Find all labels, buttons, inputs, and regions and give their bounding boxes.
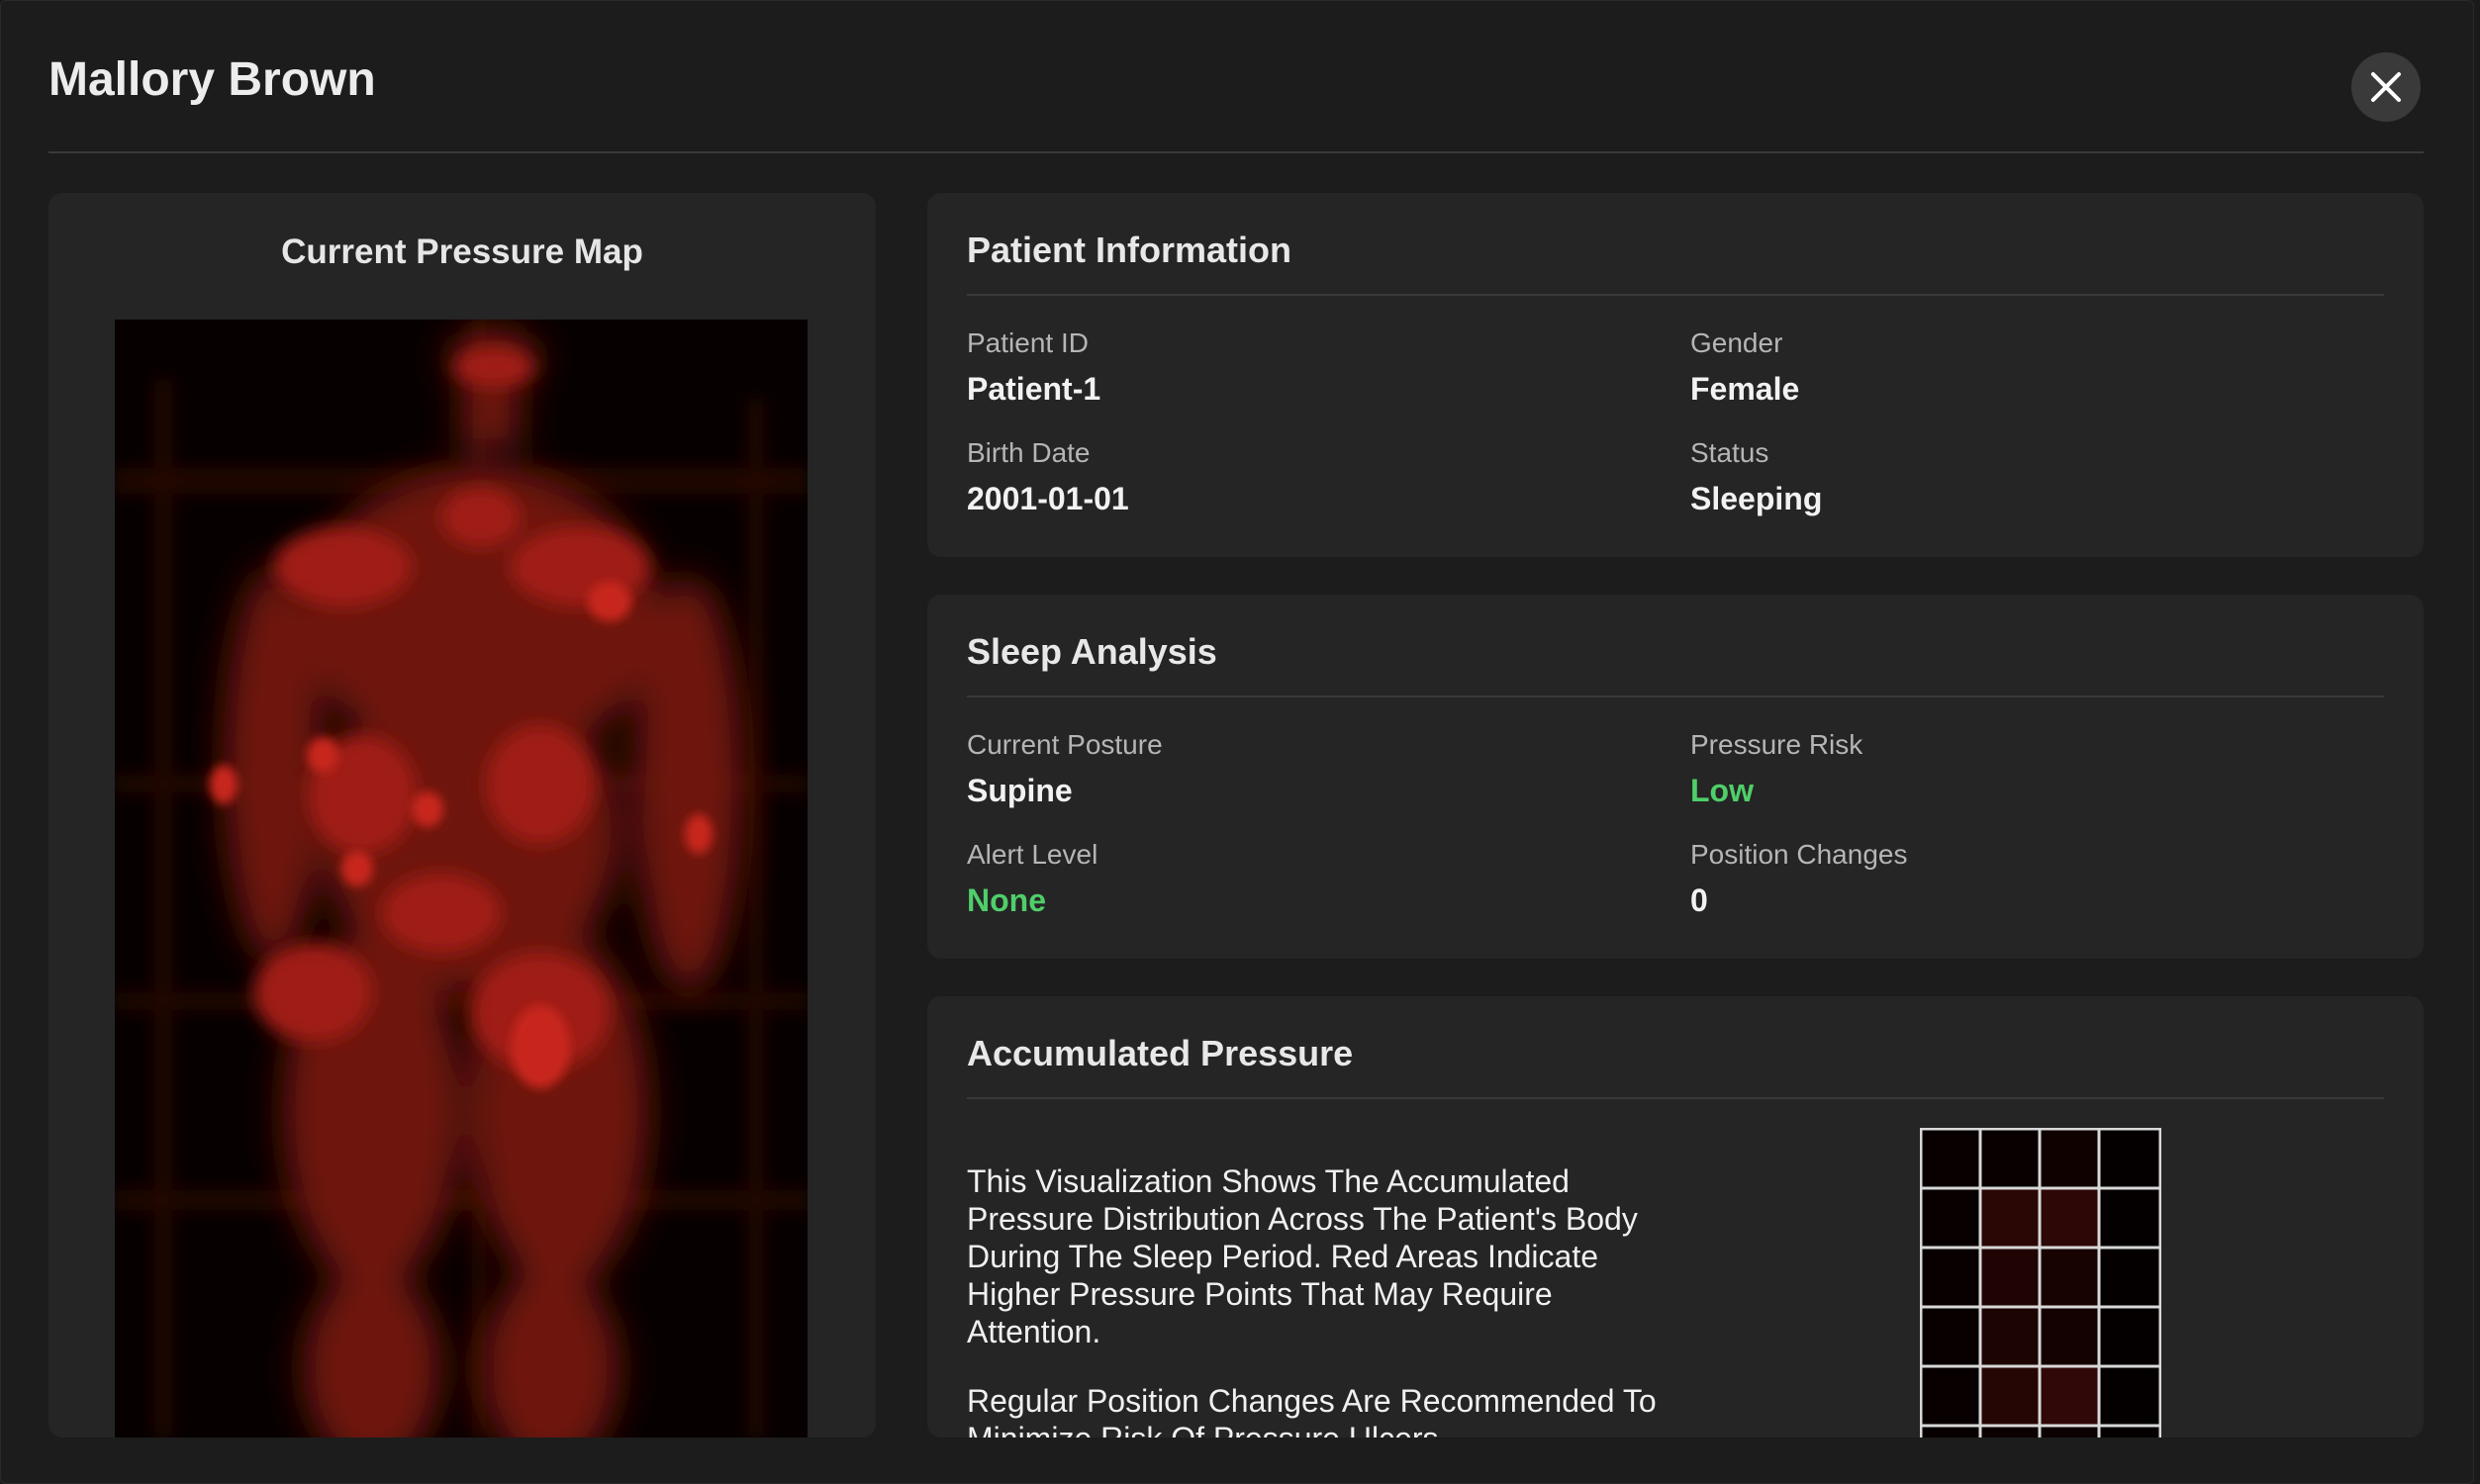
patient-information-title: Patient Information bbox=[967, 230, 1292, 270]
birth-date-label: Birth Date bbox=[967, 437, 1091, 468]
gender-label: Gender bbox=[1690, 327, 1783, 358]
gender-value: Female bbox=[1690, 371, 1800, 407]
patient-id-label: Patient ID bbox=[967, 327, 1089, 358]
close-icon bbox=[2371, 72, 2401, 102]
close-button[interactable] bbox=[2351, 52, 2421, 122]
divider bbox=[967, 1097, 2384, 1099]
status-label: Status bbox=[1690, 437, 1769, 468]
recommendation-paragraph: Regular Position Changes Are Recommended… bbox=[967, 1383, 1657, 1438]
accumulated-pressure-grid bbox=[1920, 1128, 2161, 1438]
pressure-risk-label: Pressure Risk bbox=[1690, 729, 1863, 760]
accumulated-pressure-title: Accumulated Pressure bbox=[967, 1033, 1354, 1073]
pressure-risk-value: Low bbox=[1690, 773, 1754, 808]
alert-level-label: Alert Level bbox=[967, 839, 1098, 870]
pressure-map-panel: Current Pressure Map bbox=[48, 193, 876, 1438]
description-paragraph: This Visualization Shows The Accumulated… bbox=[967, 1163, 1638, 1349]
patient-detail-modal: Mallory Brown Current Pressure Map Patie… bbox=[0, 0, 2474, 1484]
birth-date-value: 2001-01-01 bbox=[967, 481, 1129, 516]
position-changes-value: 0 bbox=[1690, 882, 1708, 918]
modal-title: Mallory Brown bbox=[48, 53, 376, 106]
pressure-map-title: Current Pressure Map bbox=[281, 232, 643, 271]
pressure-map-image bbox=[115, 320, 808, 1438]
current-posture-value: Supine bbox=[967, 773, 1073, 808]
divider bbox=[967, 696, 2384, 697]
accumulated-pressure-card: Accumulated Pressure This Visualization … bbox=[927, 996, 2424, 1438]
sleep-analysis-card: Sleep Analysis Current Posture Supine Pr… bbox=[927, 595, 2424, 959]
patient-information-card: Patient Information Patient ID Patient-1… bbox=[927, 193, 2424, 557]
modal-header: Mallory Brown bbox=[48, 1, 2424, 153]
status-value: Sleeping bbox=[1690, 481, 1823, 516]
alert-level-value: None bbox=[967, 882, 1046, 918]
divider bbox=[967, 294, 2384, 296]
sleep-analysis-title: Sleep Analysis bbox=[967, 631, 1217, 672]
position-changes-label: Position Changes bbox=[1690, 839, 1908, 870]
current-posture-label: Current Posture bbox=[967, 729, 1163, 760]
patient-id-value: Patient-1 bbox=[967, 371, 1101, 407]
accumulated-pressure-description: This Visualization Shows The Accumulated… bbox=[967, 1162, 1660, 1438]
